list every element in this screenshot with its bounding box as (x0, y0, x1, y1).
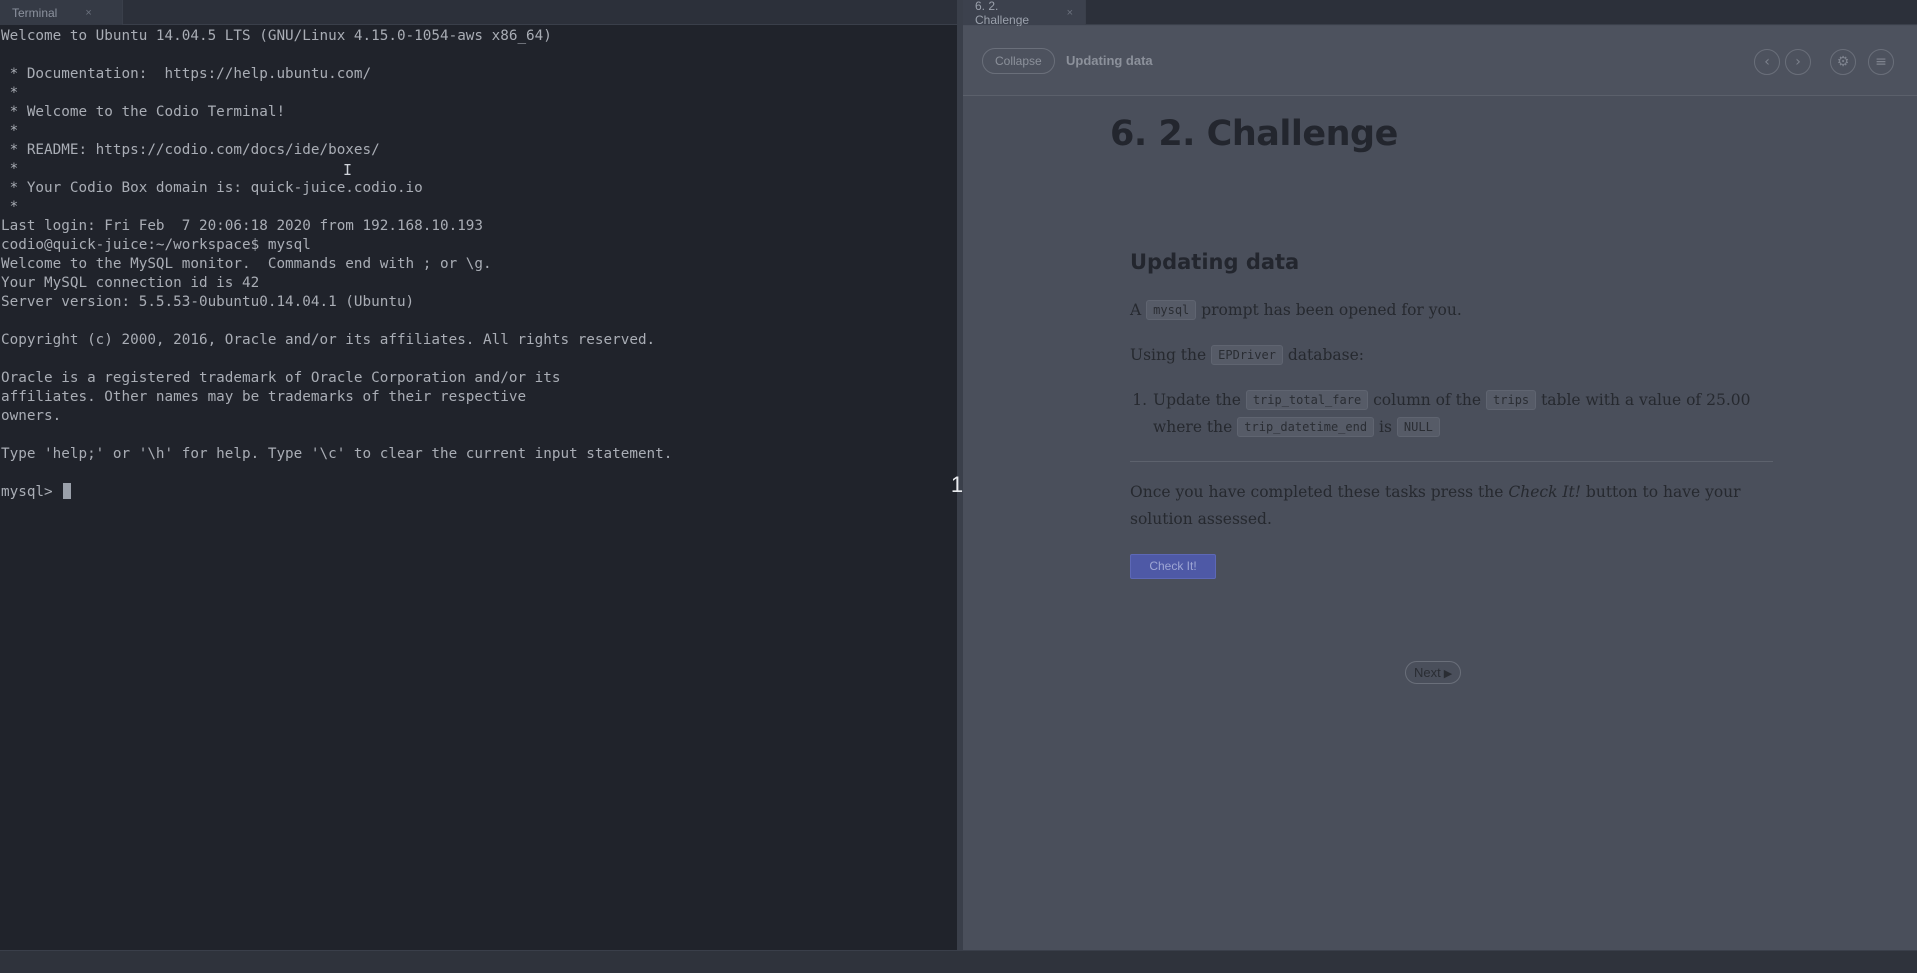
inline-code: NULL (1396, 417, 1440, 437)
terminal-line: owners. (1, 408, 62, 424)
terminal-line: Last login: Fri Feb 7 20:06:18 2020 from… (1, 218, 484, 234)
text: column of the (1373, 391, 1482, 409)
divider (1130, 461, 1773, 462)
task-list: 1. Update the trip_total_fare column of … (1132, 387, 1763, 441)
page-title: 6. 2. Challenge (1110, 114, 1398, 154)
tab-challenge[interactable]: 6. 2. Challenge × (963, 0, 1086, 27)
inline-code: trips (1486, 390, 1537, 410)
terminal-line: Copyright (c) 2000, 2016, Oracle and/or … (1, 332, 656, 348)
chevron-right-icon[interactable]: › (1785, 49, 1811, 75)
paragraph-instructions: Once you have completed these tasks pres… (1130, 479, 1770, 533)
text-cursor-icon: I (343, 161, 353, 179)
terminal-line: affiliates. Other names may be trademark… (1, 389, 527, 405)
paragraph-database: Using the EPDriver database: (1130, 342, 1364, 369)
text: Update the (1153, 391, 1241, 409)
terminal-pane: Terminal × Welcome to Ubuntu 14.04.5 LTS… (0, 0, 958, 950)
terminal-line: * Welcome to the Codio Terminal! (1, 104, 286, 120)
close-icon[interactable]: × (85, 7, 91, 19)
mysql-prompt: mysql> (1, 484, 62, 500)
terminal-line: * (1, 123, 19, 139)
terminal-line: * README: https://codio.com/docs/ide/box… (1, 142, 380, 158)
terminal-prompt-line[interactable]: mysql> (1, 483, 957, 502)
text: prompt has been opened for you. (1201, 301, 1462, 319)
text: Once you have completed these tasks pres… (1130, 483, 1504, 501)
next-button[interactable]: Next ▶ (1405, 661, 1462, 684)
menu-icon[interactable]: ≡ (1868, 49, 1894, 75)
terminal-output[interactable]: Welcome to Ubuntu 14.04.5 LTS (GNU/Linux… (0, 27, 957, 950)
guide-tabbar: 6. 2. Challenge × (963, 0, 1917, 27)
guide-pane: 6. 2. Challenge × Collapse Updating data… (963, 0, 1917, 950)
inline-code: trip_datetime_end (1237, 417, 1375, 437)
terminal-line: Oracle is a registered trademark of Orac… (1, 370, 561, 386)
guide-content: 6. 2. Challenge Updating data A mysql pr… (963, 97, 1917, 950)
inline-code: mysql (1146, 300, 1197, 320)
text: Using the (1130, 346, 1207, 364)
emphasis-text: Check It! (1508, 483, 1581, 501)
section-title: Updating data (1130, 250, 1300, 274)
status-bar (0, 950, 1917, 973)
terminal-line: * (1, 161, 19, 177)
inline-code: EPDriver (1211, 345, 1283, 365)
terminal-tabbar: Terminal × (0, 0, 957, 25)
terminal-line: * (1, 199, 19, 215)
paragraph-prompt: A mysql prompt has been opened for you. (1130, 297, 1462, 324)
tab-terminal-label: Terminal (12, 5, 58, 20)
header-title: Updating data (1066, 53, 1153, 68)
terminal-line: Server version: 5.5.53-0ubuntu0.14.04.1 … (1, 294, 415, 310)
inline-code: trip_total_fare (1245, 390, 1369, 410)
terminal-line: Welcome to Ubuntu 14.04.5 LTS (GNU/Linux… (1, 28, 552, 44)
text: is (1379, 418, 1392, 436)
close-icon[interactable]: × (1067, 7, 1073, 19)
terminal-line: Type 'help;' or '\h' for help. Type '\c'… (1, 446, 673, 462)
chevron-left-icon[interactable]: ‹ (1754, 49, 1780, 75)
play-arrow-icon: ▶ (1443, 668, 1453, 680)
terminal-line: * Documentation: https://help.ubuntu.com… (1, 66, 372, 82)
terminal-line: * (1, 85, 19, 101)
terminal-line: Welcome to the MySQL monitor. Commands e… (1, 256, 492, 272)
list-number: 1. (1132, 391, 1147, 409)
guide-header: Collapse Updating data ‹ › ⚙ ≡ (963, 26, 1917, 96)
tab-terminal[interactable]: Terminal × (0, 0, 123, 25)
task-item: Update the trip_total_fare column of the… (1153, 387, 1763, 441)
collapse-button[interactable]: Collapse (982, 48, 1055, 74)
terminal-cursor (63, 483, 72, 499)
text: table with a value of 25.00 (1541, 391, 1751, 409)
splitter-label: 1 (950, 472, 964, 497)
check-it-button[interactable]: Check It! (1130, 554, 1216, 579)
tab-challenge-label: 6. 2. Challenge (975, 0, 1030, 27)
terminal-line: * Your Codio Box domain is: quick-juice.… (1, 180, 423, 196)
text: A (1130, 301, 1142, 319)
text: where the (1153, 418, 1233, 436)
next-label: Next (1414, 665, 1441, 680)
text: database: (1287, 346, 1365, 364)
gear-icon[interactable]: ⚙ (1830, 49, 1856, 75)
terminal-line: codio@quick-juice:~/workspace$ mysql (1, 237, 311, 253)
terminal-line: Your MySQL connection id is 42 (1, 275, 260, 291)
